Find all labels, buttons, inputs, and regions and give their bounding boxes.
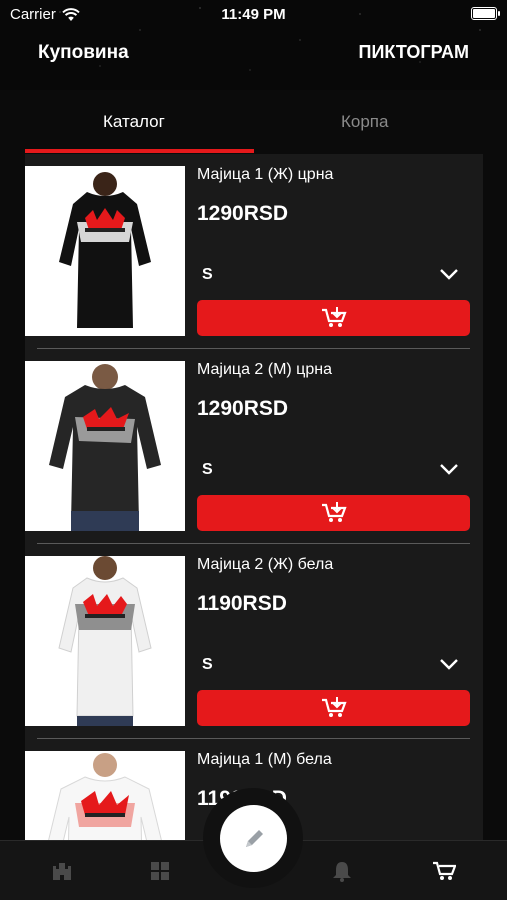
product-name: Мајица 2 (Ж) бела [197,556,334,573]
bell-icon [333,862,351,882]
size-value: S [202,461,213,478]
active-tab-indicator [25,149,254,153]
chevron-down-icon [440,659,458,670]
chevron-down-icon [440,464,458,475]
page-title: Куповина [38,42,129,63]
pencil-icon [245,829,263,847]
tshirt-image [25,556,185,726]
product-price: 1190RSD [197,592,287,615]
add-to-cart-icon [321,307,347,327]
navigation-bar: Куповина ПИКТОГРАМ [0,36,507,72]
battery-icon [471,7,500,20]
add-to-cart-icon [321,697,347,717]
product-list[interactable]: Мајица 1 (Ж) црна 1290RSD S Мајица 2 (М)… [25,154,483,854]
size-select[interactable]: S [197,650,467,680]
product-price: 1290RSD [197,397,289,420]
add-to-cart-button[interactable] [197,300,470,336]
tab-notifications[interactable] [330,859,354,883]
tab-catalog[interactable]: Каталог [103,112,165,132]
product-name: Мајица 2 (М) црна [197,361,332,378]
castle-icon [53,861,71,880]
product-price: 1290RSD [197,202,289,225]
tshirt-image [25,361,185,531]
product-item: Мајица 2 (М) црна 1290RSD S [25,349,483,544]
product-image[interactable] [25,556,185,726]
product-item: Мајица 2 (Ж) бела 1190RSD S [25,544,483,739]
product-image[interactable] [25,361,185,531]
tab-home[interactable] [50,859,74,883]
tab-cart[interactable]: Корпа [341,112,388,132]
grid-icon [151,862,169,880]
product-image[interactable] [25,166,185,336]
tab-catalog-grid[interactable] [148,859,172,883]
size-value: S [202,266,213,283]
size-value: S [202,656,213,673]
size-select[interactable]: S [197,260,467,290]
tshirt-image [25,166,185,336]
segment-tabs: Каталог Корпа [25,104,483,154]
status-bar: Carrier 11:49 PM [0,0,507,28]
cart-icon [433,861,456,880]
tab-cart-bar[interactable] [432,859,456,883]
add-to-cart-button[interactable] [197,495,470,531]
product-name: Мајица 1 (М) бела [197,751,332,768]
chevron-down-icon [440,269,458,280]
piktogram-button[interactable]: ПИКТОГРАМ [359,42,469,63]
add-to-cart-button[interactable] [197,690,470,726]
tshirt-image [25,751,185,854]
status-time: 11:49 PM [221,6,286,23]
product-item: Мајица 1 (Ж) црна 1290RSD S [25,154,483,349]
product-image[interactable] [25,751,185,854]
edit-fab-button[interactable] [220,805,287,872]
product-name: Мајица 1 (Ж) црна [197,166,334,183]
size-select[interactable]: S [197,455,467,485]
add-to-cart-icon [321,502,347,522]
